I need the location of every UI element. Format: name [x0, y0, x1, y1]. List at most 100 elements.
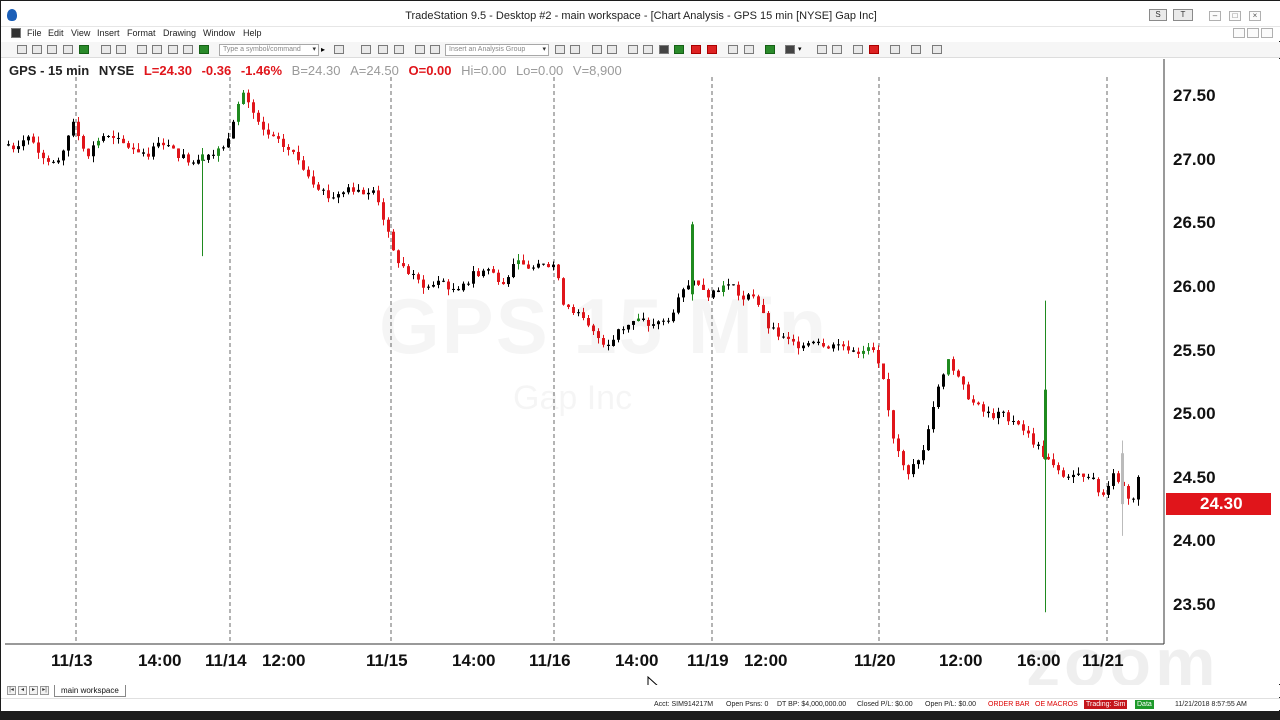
candle-body [92, 145, 95, 157]
menu-file[interactable]: File [27, 28, 42, 38]
options-icon[interactable] [643, 45, 653, 54]
candle-body [537, 263, 540, 268]
child-restore-button[interactable] [1247, 28, 1259, 38]
candle-body [237, 103, 240, 122]
candlestick-hollow-icon[interactable] [691, 45, 701, 54]
trading-mode-badge[interactable]: Trading: Sim [1084, 700, 1128, 709]
child-close-button[interactable] [1261, 28, 1273, 38]
symbol-list-icon[interactable] [334, 45, 344, 54]
delete-drawing-icon[interactable] [869, 45, 879, 54]
screen-bottom-edge [1, 711, 1280, 720]
candlestick-icon[interactable] [674, 45, 684, 54]
open-icon[interactable] [32, 45, 42, 54]
candle-body [137, 149, 140, 153]
candle-body [1097, 479, 1100, 493]
candle-body [147, 153, 150, 157]
globe-icon[interactable] [199, 45, 209, 54]
close-button[interactable]: × [1249, 11, 1261, 21]
zoom-out-icon[interactable] [832, 45, 842, 54]
candle-body [192, 162, 195, 164]
tab-next-icon[interactable]: ▸ [29, 686, 38, 695]
candle-body [172, 145, 175, 149]
tab-last-icon[interactable]: ▸| [40, 686, 49, 695]
trendline-icon[interactable] [765, 45, 775, 54]
matrix-icon[interactable] [607, 45, 617, 54]
scroll-right-icon[interactable] [744, 45, 754, 54]
candle-body [967, 384, 970, 400]
print-preview-icon[interactable] [63, 45, 73, 54]
candle-body [42, 152, 45, 159]
order-bar-toggle[interactable]: ORDER BAR [988, 701, 1030, 708]
analysis-group-select[interactable]: Insert an Analysis Group ▾ [445, 44, 549, 56]
candle-body [272, 134, 275, 137]
menu-window[interactable]: Window [203, 28, 235, 38]
candle-body [87, 148, 90, 157]
oe-macros-toggle[interactable]: OE MACROS [1035, 701, 1078, 708]
tab-first-icon[interactable]: |◂ [7, 686, 16, 695]
candle-body [1002, 411, 1005, 413]
candle-body [1044, 389, 1047, 460]
chart-analysis-window[interactable]: GPS 15 Min Gap Inc GPS - 15 min NYSE L=2… [1, 59, 1280, 701]
candle-body [977, 402, 980, 405]
toolbar: Type a symbol/command ▾ ▸ Insert an Analy… [1, 42, 1280, 58]
tab-prev-icon[interactable]: ◂ [18, 686, 27, 695]
symbol-input[interactable]: Type a symbol/command ▾ [219, 44, 319, 56]
scanner-icon[interactable] [628, 45, 638, 54]
candle-body [1017, 420, 1020, 425]
drawing-tools-icon[interactable] [785, 45, 795, 54]
candle-body [157, 142, 160, 147]
scroll-left-icon[interactable] [728, 45, 738, 54]
candle-body [367, 192, 370, 195]
indicator-icon[interactable] [555, 45, 565, 54]
save-workspace-icon[interactable] [79, 45, 89, 54]
link-icon[interactable] [183, 45, 193, 54]
radar-icon[interactable] [592, 45, 602, 54]
properties-icon[interactable] [430, 45, 440, 54]
candle-body [347, 187, 350, 193]
account-id[interactable]: Acct: SIM914217M [654, 701, 713, 708]
maximize-button[interactable]: □ [1229, 11, 1241, 21]
candle-body [872, 347, 875, 350]
child-minimize-button[interactable] [1233, 28, 1245, 38]
format-bars-icon[interactable] [361, 45, 371, 54]
zoom-in-icon[interactable] [817, 45, 827, 54]
candle-body [1037, 444, 1040, 446]
data-window-icon[interactable] [394, 45, 404, 54]
chevron-down-icon[interactable]: ▾ [798, 45, 808, 54]
settings-icon[interactable] [911, 45, 921, 54]
candle-body [7, 144, 10, 146]
go-arrow-icon[interactable]: ▸ [321, 45, 331, 54]
bar-chart-icon[interactable] [659, 45, 669, 54]
save-icon[interactable] [47, 45, 57, 54]
lock-icon[interactable] [168, 45, 178, 54]
format-symbol-icon[interactable] [378, 45, 388, 54]
menu-edit[interactable]: Edit [48, 28, 64, 38]
print-icon[interactable] [116, 45, 126, 54]
exchange: NYSE [98, 63, 135, 78]
new-icon[interactable] [17, 45, 27, 54]
pointer-icon[interactable] [853, 45, 863, 54]
refresh-icon[interactable] [415, 45, 425, 54]
candle-body [927, 429, 930, 451]
copy-icon[interactable] [101, 45, 111, 54]
menu-drawing[interactable]: Drawing [163, 28, 196, 38]
menu-format[interactable]: Format [127, 28, 156, 38]
sim-mode-button[interactable]: S [1149, 9, 1167, 21]
candle-body [937, 386, 940, 407]
line-chart-icon[interactable] [707, 45, 717, 54]
tab-main-workspace[interactable]: main workspace [54, 685, 126, 697]
data-status-badge[interactable]: Data [1135, 700, 1154, 709]
crosshair-icon[interactable] [890, 45, 900, 54]
menu-help[interactable]: Help [243, 28, 262, 38]
menu-view[interactable]: View [71, 28, 90, 38]
tile-icon[interactable] [152, 45, 162, 54]
menu-insert[interactable]: Insert [97, 28, 120, 38]
symbol-watermark: GPS 15 Min [379, 281, 828, 372]
window-icon[interactable] [137, 45, 147, 54]
toolbox-button[interactable]: T [1173, 9, 1193, 21]
candle-body [127, 143, 130, 148]
candle-body [162, 142, 165, 146]
minimize-button[interactable]: – [1209, 11, 1221, 21]
strategy-icon[interactable] [570, 45, 580, 54]
more-icon[interactable] [932, 45, 942, 54]
